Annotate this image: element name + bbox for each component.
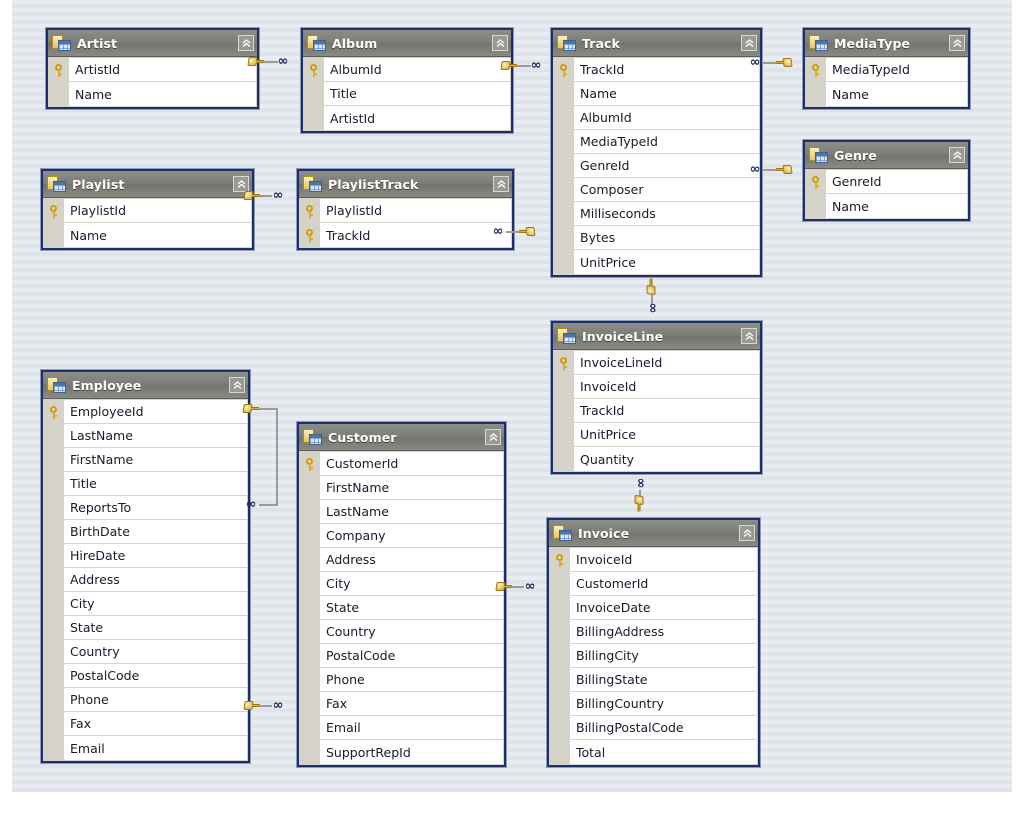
relationship-infinity-icon: ∞ <box>524 579 536 594</box>
relationship-key-icon <box>495 581 512 592</box>
relationship-customer-invoice[interactable]: ∞ <box>12 0 1012 792</box>
diagram-canvas[interactable]: Artist ArtistId Name Album AlbumId Title Artis… <box>12 0 1012 792</box>
